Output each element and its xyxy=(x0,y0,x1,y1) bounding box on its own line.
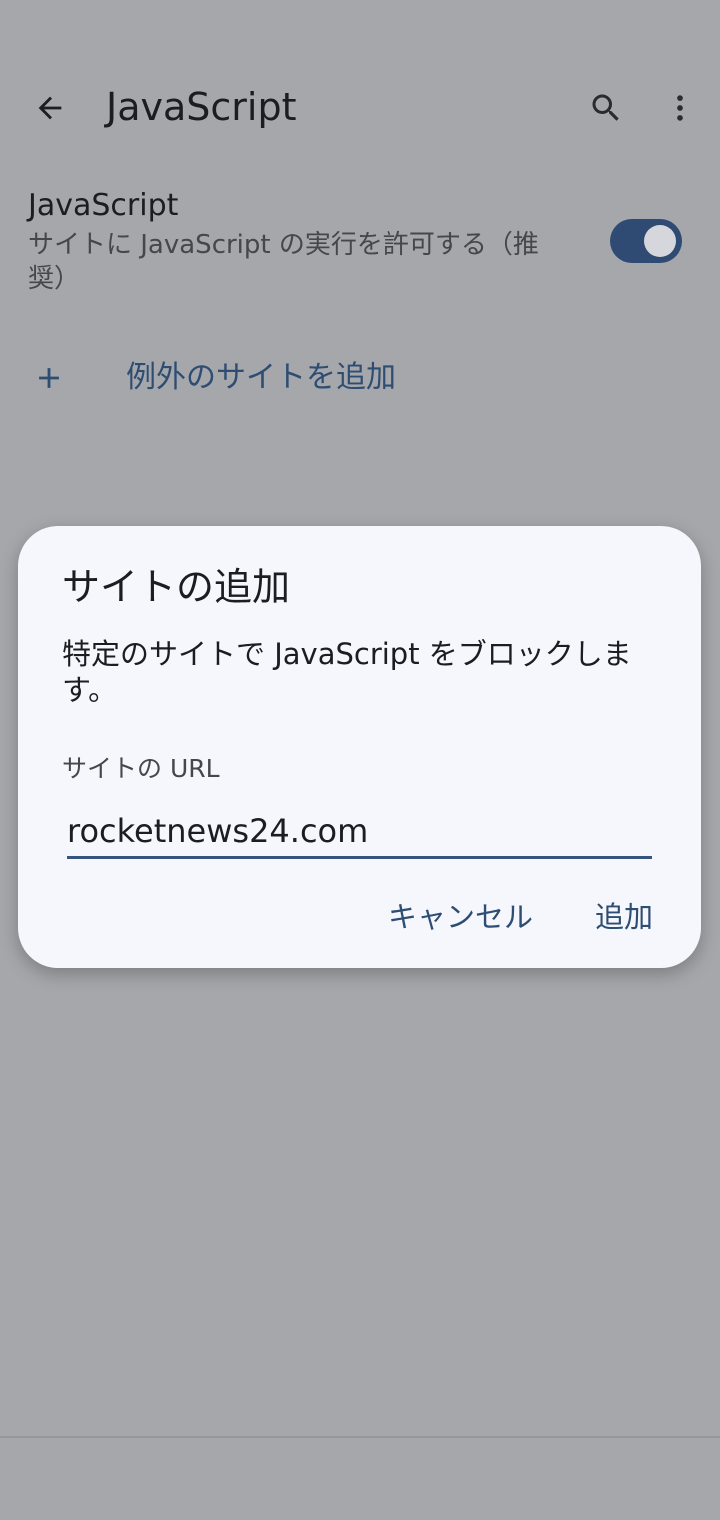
cancel-button[interactable]: キャンセル xyxy=(388,897,533,937)
plus-icon xyxy=(32,358,66,398)
app-bar: JavaScript xyxy=(0,60,720,156)
add-exception-site-row[interactable]: 例外のサイトを追加 xyxy=(0,340,720,416)
add-site-dialog: サイトの追加 特定のサイトで JavaScript をブロックします。 サイトの… xyxy=(18,526,701,968)
site-url-input[interactable] xyxy=(67,806,652,859)
add-button[interactable]: 追加 xyxy=(595,897,653,937)
screen: JavaScript JavaScript サイトに JavaScript の実… xyxy=(0,0,720,1520)
site-url-label: サイトの URL xyxy=(62,754,220,783)
javascript-setting-row[interactable]: JavaScript サイトに JavaScript の実行を許可する（推奨） xyxy=(0,180,720,310)
more-options-button[interactable] xyxy=(656,84,704,132)
page-title: JavaScript xyxy=(106,85,297,129)
search-button[interactable] xyxy=(582,84,630,132)
setting-description: サイトに JavaScript の実行を許可する（推奨） xyxy=(28,230,539,294)
back-button[interactable] xyxy=(26,84,74,132)
arrow-left-icon xyxy=(38,96,62,120)
toggle-knob xyxy=(644,225,676,257)
javascript-toggle[interactable] xyxy=(610,219,682,263)
setting-title: JavaScript xyxy=(28,188,179,223)
search-icon xyxy=(592,94,619,121)
dialog-title: サイトの追加 xyxy=(62,565,291,609)
more-vert-icon xyxy=(677,95,683,121)
add-exception-label: 例外のサイトを追加 xyxy=(126,360,396,395)
dialog-actions: キャンセル 追加 xyxy=(388,892,653,942)
bottom-divider xyxy=(0,1436,720,1438)
dialog-message: 特定のサイトで JavaScript をブロックします。 xyxy=(62,637,632,707)
